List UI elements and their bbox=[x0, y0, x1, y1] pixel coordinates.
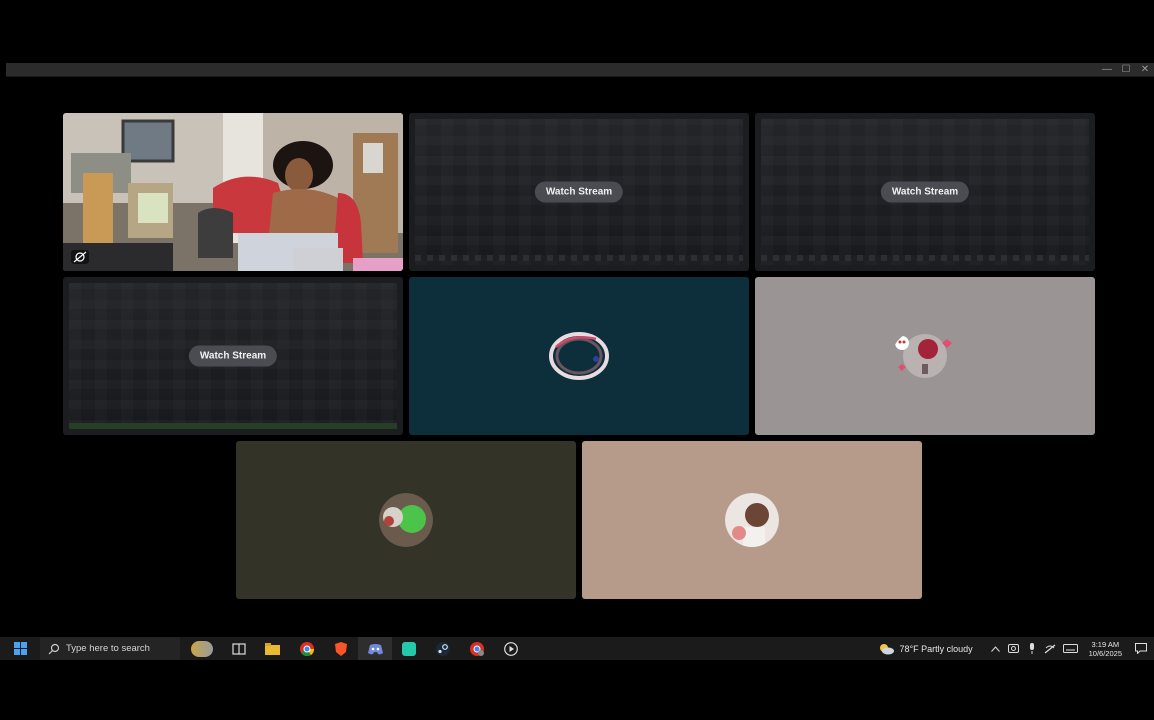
clock-time: 3:19 AM bbox=[1091, 639, 1120, 649]
stream-tile-1[interactable]: Watch Stream bbox=[409, 113, 749, 271]
brave-icon bbox=[335, 641, 347, 656]
call-grid: Watch Stream Watch Stream Watch Stream bbox=[0, 0, 1154, 636]
steam-icon bbox=[436, 641, 450, 656]
chevron-up-icon[interactable] bbox=[987, 637, 1005, 660]
camera-video-feed bbox=[63, 113, 403, 271]
chrome-icon bbox=[300, 641, 314, 656]
task-view-button[interactable] bbox=[224, 637, 254, 660]
participant-avatar-tile-teal[interactable] bbox=[409, 277, 749, 435]
search-icon bbox=[48, 643, 60, 654]
media-player-button[interactable] bbox=[494, 637, 528, 660]
search-placeholder: Type here to search bbox=[66, 643, 150, 654]
steam-button[interactable] bbox=[426, 637, 460, 660]
clock-date: 10/6/2025 bbox=[1088, 648, 1122, 658]
keyboard-icon[interactable] bbox=[1059, 637, 1083, 660]
chrome-profile-button[interactable] bbox=[460, 637, 494, 660]
stream-tile-3[interactable]: Watch Stream bbox=[63, 277, 403, 435]
participant-avatar-tile-gray[interactable] bbox=[755, 277, 1095, 435]
brave-button[interactable] bbox=[324, 637, 358, 660]
folder-icon bbox=[264, 642, 280, 655]
discord-icon bbox=[367, 643, 383, 654]
taskbar-search[interactable]: Type here to search bbox=[40, 637, 180, 660]
weather-text[interactable]: 78°F Partly cloudy bbox=[897, 644, 986, 654]
notifications-icon[interactable] bbox=[1128, 637, 1154, 660]
watch-stream-button[interactable]: Watch Stream bbox=[880, 181, 970, 203]
participant-avatar-tile-tan[interactable] bbox=[582, 441, 922, 599]
watch-stream-button[interactable]: Watch Stream bbox=[188, 345, 278, 367]
avatar bbox=[725, 493, 779, 547]
start-button[interactable] bbox=[0, 637, 40, 660]
chrome-profile-icon bbox=[470, 641, 484, 656]
participant-camera-tile[interactable] bbox=[63, 113, 403, 271]
camera-icon[interactable] bbox=[1005, 637, 1023, 660]
app-icon bbox=[402, 641, 416, 656]
microphone-icon[interactable] bbox=[1023, 637, 1041, 660]
camera-off-icon[interactable] bbox=[71, 250, 89, 264]
discord-button[interactable] bbox=[358, 637, 392, 660]
app-button[interactable] bbox=[392, 637, 426, 660]
avatar bbox=[379, 493, 433, 547]
participant-avatar-tile-olive[interactable] bbox=[236, 441, 576, 599]
media-player-icon bbox=[504, 641, 518, 656]
file-explorer-button[interactable] bbox=[254, 637, 290, 660]
search-highlight-icon bbox=[191, 640, 213, 657]
search-highlight-button[interactable] bbox=[180, 637, 224, 660]
system-clock[interactable]: 3:19 AM 10/6/2025 bbox=[1083, 640, 1128, 658]
windows-icon bbox=[13, 642, 27, 655]
watch-stream-button[interactable]: Watch Stream bbox=[534, 181, 624, 203]
chrome-button[interactable] bbox=[290, 637, 324, 660]
windows-taskbar: Type here to search 78°F Partly cloudy 3… bbox=[0, 637, 1154, 660]
avatar bbox=[549, 332, 609, 380]
task-view-icon bbox=[232, 642, 246, 655]
stream-tile-2[interactable]: Watch Stream bbox=[755, 113, 1095, 271]
weather-icon[interactable] bbox=[875, 637, 897, 660]
avatar bbox=[895, 334, 952, 378]
system-tray: 78°F Partly cloudy 3:19 AM 10/6/2025 bbox=[875, 637, 1154, 660]
network-icon[interactable] bbox=[1041, 637, 1059, 660]
